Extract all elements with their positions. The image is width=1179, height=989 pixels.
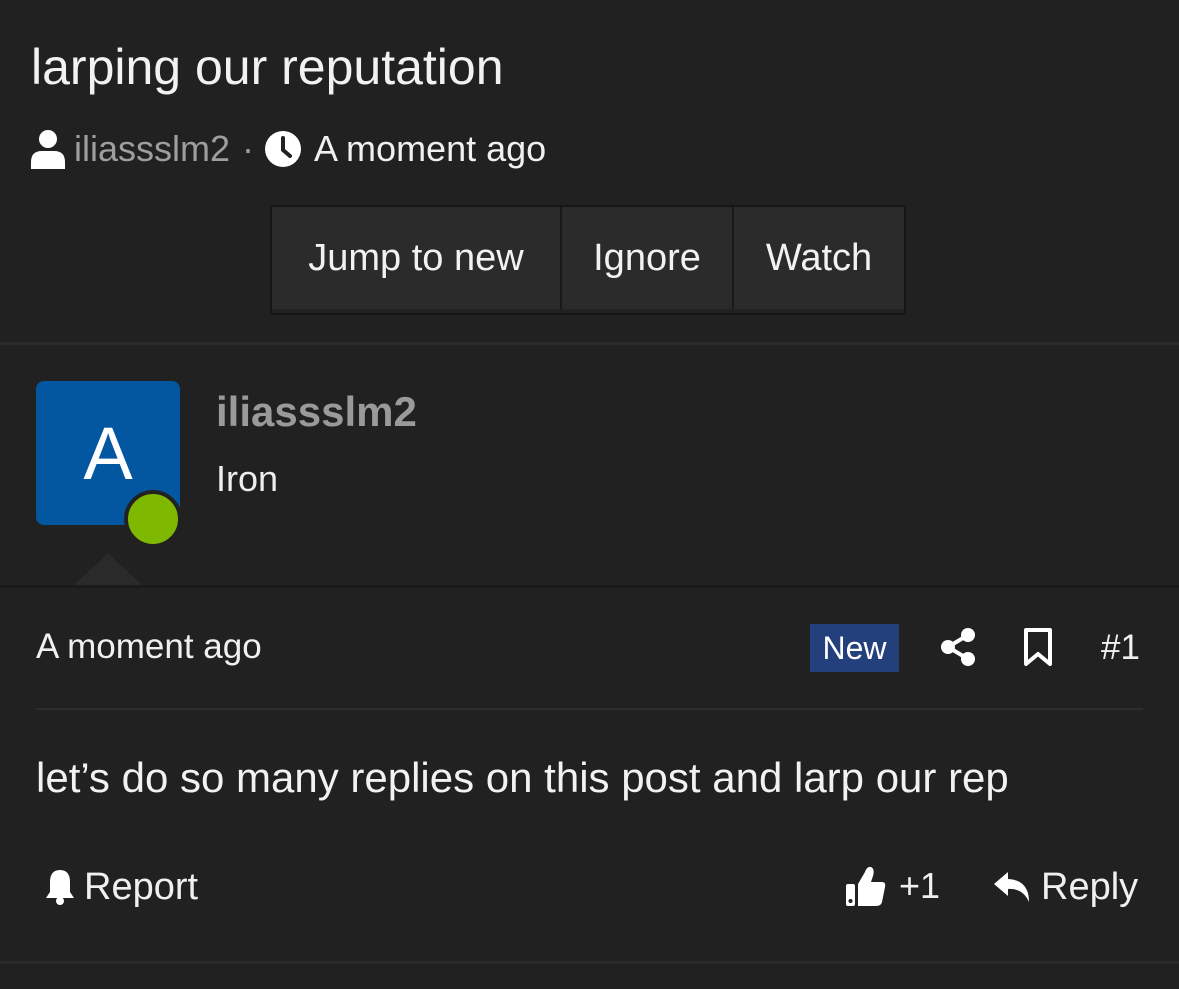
bell-icon [46,870,74,905]
reply-button[interactable]: Reply [993,864,1138,910]
meta-separator: · [242,128,255,169]
divider [36,708,1143,710]
report-label: Report [84,865,199,908]
thumbs-up-icon [846,866,886,906]
thread-meta: iliassslm2 · A moment ago [30,126,546,172]
reply-label: Reply [1041,865,1139,908]
thread-header: larping our reputation iliassslm2 · A mo… [0,0,1179,342]
jump-to-new-button[interactable]: Jump to new [272,207,562,309]
post-username[interactable]: iliassslm2 [216,388,417,436]
post-time[interactable]: A moment ago [36,627,262,667]
online-status-indicator [124,490,182,548]
thread-title: larping our reputation [31,39,504,95]
watch-button[interactable]: Watch [734,207,904,309]
thread-action-buttons: Jump to new Ignore Watch [270,205,906,315]
post-message: let’s do so many replies on this post an… [36,754,1009,801]
avatar-letter: A [83,411,133,495]
ignore-button[interactable]: Ignore [562,207,734,309]
user-title: Iron [216,458,279,499]
report-button[interactable]: Report [44,864,198,910]
reply-icon [994,872,1029,902]
post-number-link[interactable]: #1 [1101,628,1140,668]
user-panel-arrow [72,553,144,587]
new-badge: New [810,624,899,672]
share-icon[interactable] [940,628,976,666]
like-count: +1 [899,865,941,906]
user-icon [31,130,65,169]
clock-icon [265,131,302,167]
divider [0,961,1179,964]
thread-time[interactable]: A moment ago [314,128,546,170]
like-button[interactable]: +1 [845,862,940,910]
thread-author-link[interactable]: iliassslm2 [74,128,230,170]
bookmark-icon[interactable] [1022,627,1054,667]
